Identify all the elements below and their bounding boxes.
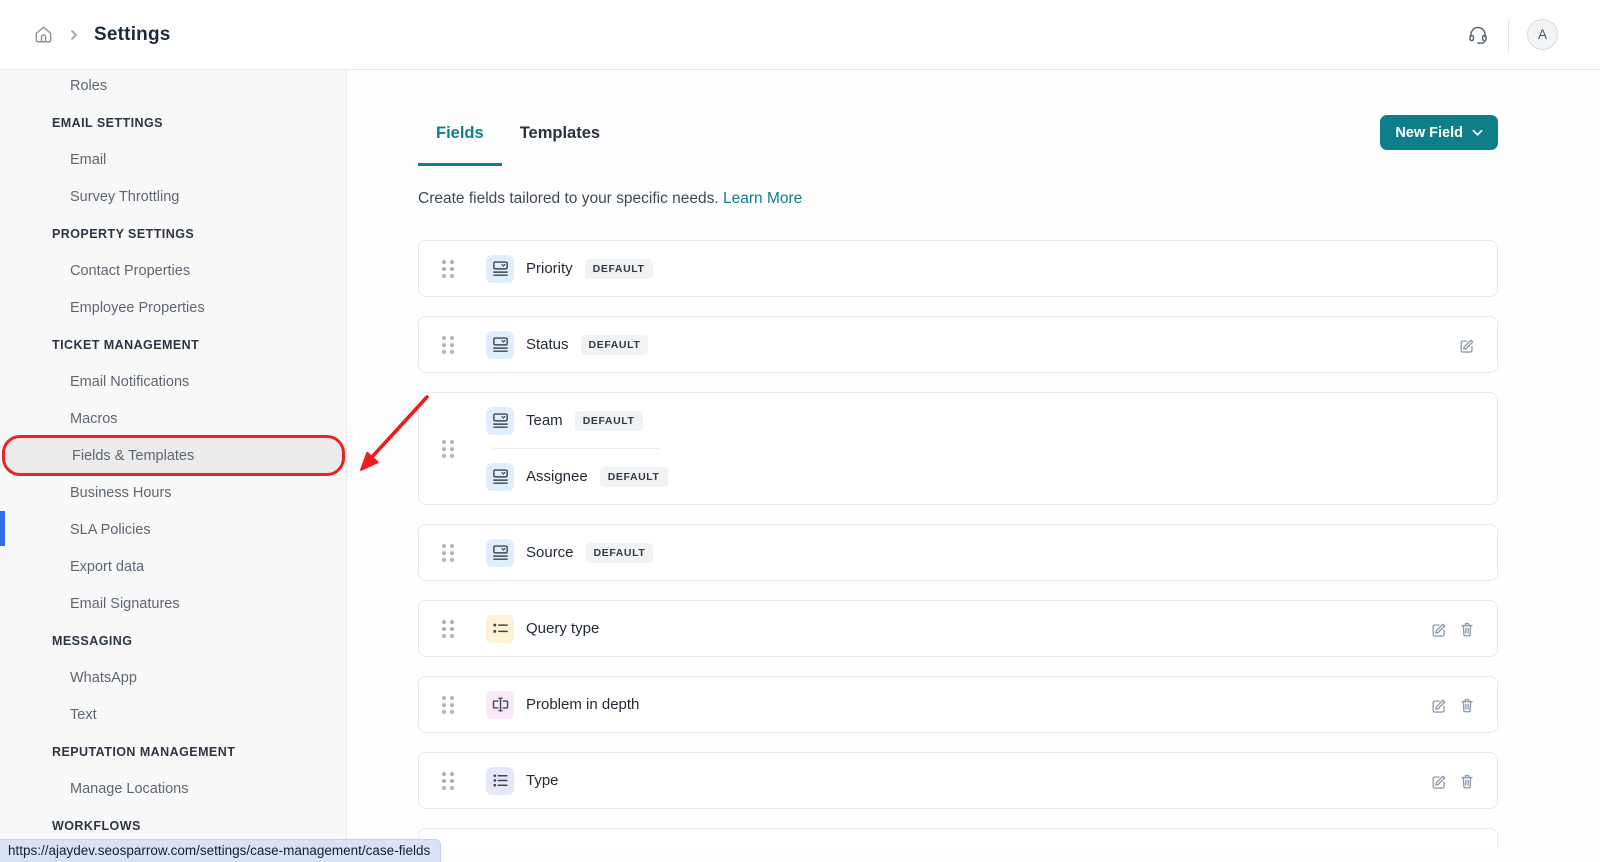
top-header: Settings A bbox=[0, 0, 1600, 70]
new-field-button[interactable]: New Field bbox=[1380, 115, 1498, 150]
field-row: Priority DEFAULT bbox=[486, 241, 1476, 296]
field-card-query-type: Query type bbox=[418, 600, 1498, 657]
sidebar-item-survey-throttling[interactable]: Survey Throttling bbox=[0, 178, 346, 215]
field-name: Query type bbox=[526, 620, 599, 637]
field-name: Status bbox=[526, 336, 569, 353]
field-card-partial bbox=[418, 828, 1498, 847]
sidebar-item-email-signatures[interactable]: Email Signatures bbox=[0, 585, 346, 622]
sidebar-item-roles[interactable]: Roles bbox=[0, 67, 346, 104]
dropdown-icon bbox=[486, 407, 514, 435]
delete-field-button[interactable] bbox=[1458, 696, 1476, 714]
field-row: Assignee DEFAULT bbox=[486, 449, 1476, 504]
support-headset-icon[interactable] bbox=[1466, 23, 1490, 47]
dropdown-icon bbox=[486, 539, 514, 567]
field-card-type: Type bbox=[418, 752, 1498, 809]
sidebar-section-messaging: MESSAGING bbox=[0, 622, 346, 659]
edit-field-button[interactable] bbox=[1430, 696, 1448, 714]
status-url-tooltip: https://ajaydev.seosparrow.com/settings/… bbox=[0, 839, 441, 862]
drag-handle-icon[interactable] bbox=[442, 620, 454, 638]
sidebar-item-whatsapp[interactable]: WhatsApp bbox=[0, 659, 346, 696]
sidebar-item-contact-properties[interactable]: Contact Properties bbox=[0, 252, 346, 289]
field-card-problem-in-depth: Problem in depth bbox=[418, 676, 1498, 733]
field-row: Type bbox=[486, 753, 1430, 808]
field-row: Status DEFAULT bbox=[486, 317, 1458, 372]
learn-more-link[interactable]: Learn More bbox=[723, 190, 802, 207]
sidebar-section-email-settings: EMAIL SETTINGS bbox=[0, 104, 346, 141]
field-row: Team DEFAULT bbox=[486, 393, 1476, 448]
drag-handle-icon[interactable] bbox=[442, 544, 454, 562]
sidebar-section-ticket-management: TICKET MANAGEMENT bbox=[0, 326, 346, 363]
page-title: Settings bbox=[94, 24, 171, 46]
default-badge: DEFAULT bbox=[586, 543, 654, 563]
drag-handle-icon[interactable] bbox=[442, 260, 454, 278]
field-row: Source DEFAULT bbox=[486, 525, 1476, 580]
list-radio-icon bbox=[486, 615, 514, 643]
sidebar-item-email-notifications[interactable]: Email Notifications bbox=[0, 363, 346, 400]
list-icon bbox=[486, 767, 514, 795]
dropdown-icon bbox=[486, 331, 514, 359]
dropdown-icon bbox=[486, 463, 514, 491]
tab-templates[interactable]: Templates bbox=[502, 124, 618, 166]
field-name: Priority bbox=[526, 260, 573, 277]
sidebar-item-fields-templates[interactable]: Fields & Templates bbox=[2, 435, 345, 476]
breadcrumb-chevron-icon bbox=[68, 29, 80, 41]
delete-field-button[interactable] bbox=[1458, 772, 1476, 790]
default-badge: DEFAULT bbox=[585, 259, 653, 279]
default-badge: DEFAULT bbox=[575, 411, 643, 431]
field-card-status: Status DEFAULT bbox=[418, 316, 1498, 373]
tab-fields[interactable]: Fields bbox=[418, 124, 502, 166]
chevron-down-icon bbox=[1472, 129, 1483, 137]
fields-description: Create fields tailored to your specific … bbox=[418, 190, 1498, 208]
field-name: Problem in depth bbox=[526, 696, 639, 713]
sidebar-item-export-data[interactable]: Export data bbox=[0, 548, 346, 585]
sidebar-item-manage-locations[interactable]: Manage Locations bbox=[0, 770, 346, 807]
default-badge: DEFAULT bbox=[600, 467, 668, 487]
field-name: Assignee bbox=[526, 468, 588, 485]
sidebar-item-employee-properties[interactable]: Employee Properties bbox=[0, 289, 346, 326]
edit-field-button[interactable] bbox=[1458, 336, 1476, 354]
field-card-priority: Priority DEFAULT bbox=[418, 240, 1498, 297]
sidebar-item-email[interactable]: Email bbox=[0, 141, 346, 178]
sidebar-section-property-settings: PROPERTY SETTINGS bbox=[0, 215, 346, 252]
field-name: Source bbox=[526, 544, 574, 561]
sidebar-item-business-hours[interactable]: Business Hours bbox=[0, 474, 346, 511]
sidebar-item-text[interactable]: Text bbox=[0, 696, 346, 733]
sidebar-item-macros[interactable]: Macros bbox=[0, 400, 346, 437]
dropdown-icon bbox=[486, 255, 514, 283]
default-badge: DEFAULT bbox=[581, 335, 649, 355]
header-divider bbox=[1508, 18, 1509, 52]
text-input-icon bbox=[486, 691, 514, 719]
field-row: Problem in depth bbox=[486, 677, 1430, 732]
field-card-team: Team DEFAULT Assignee DEFAULT bbox=[418, 392, 1498, 505]
drag-handle-icon[interactable] bbox=[442, 336, 454, 354]
field-name: Type bbox=[526, 772, 559, 789]
sidebar-item-sla-policies[interactable]: SLA Policies bbox=[0, 511, 346, 548]
main-panel: Fields Templates New Field Create fields… bbox=[347, 70, 1600, 862]
sidebar-nav: RolesEMAIL SETTINGSEmailSurvey Throttlin… bbox=[0, 67, 346, 844]
active-item-indicator bbox=[0, 511, 5, 546]
field-card-source: Source DEFAULT bbox=[418, 524, 1498, 581]
fields-list: Priority DEFAULT Status DEFAULT Team DEF… bbox=[418, 240, 1498, 847]
tab-bar: Fields Templates bbox=[418, 124, 618, 166]
drag-handle-icon[interactable] bbox=[442, 772, 454, 790]
edit-field-button[interactable] bbox=[1430, 620, 1448, 638]
home-icon[interactable] bbox=[33, 24, 54, 45]
sidebar-section-reputation-management: REPUTATION MANAGEMENT bbox=[0, 733, 346, 770]
field-row: Query type bbox=[486, 601, 1430, 656]
drag-handle-icon[interactable] bbox=[442, 696, 454, 714]
settings-sidebar: RolesEMAIL SETTINGSEmailSurvey Throttlin… bbox=[0, 70, 347, 862]
delete-field-button[interactable] bbox=[1458, 620, 1476, 638]
drag-handle-icon[interactable] bbox=[442, 440, 454, 458]
edit-field-button[interactable] bbox=[1430, 772, 1448, 790]
user-avatar[interactable]: A bbox=[1527, 19, 1558, 50]
field-name: Team bbox=[526, 412, 563, 429]
